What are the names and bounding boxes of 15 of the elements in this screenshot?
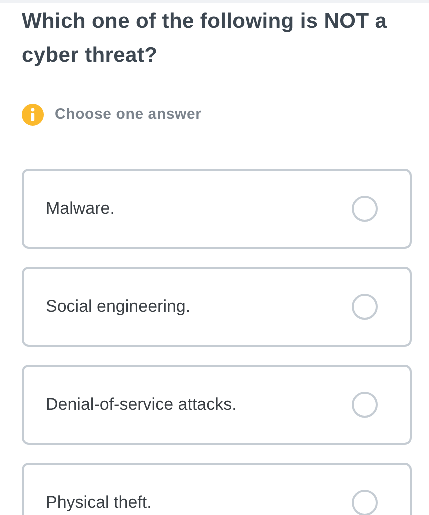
radio-button[interactable] bbox=[352, 196, 378, 222]
radio-button[interactable] bbox=[352, 392, 378, 418]
radio-button[interactable] bbox=[352, 490, 378, 515]
answer-option[interactable]: Social engineering. bbox=[22, 266, 412, 346]
answer-option[interactable]: Physical theft. bbox=[22, 462, 412, 515]
option-label: Social engineering. bbox=[46, 296, 191, 318]
answer-option[interactable]: Malware. bbox=[22, 168, 412, 248]
info-icon bbox=[22, 104, 44, 126]
option-label: Denial-of-service attacks. bbox=[46, 394, 237, 416]
hint-text: Choose one answer bbox=[55, 105, 202, 125]
radio-button[interactable] bbox=[352, 294, 378, 320]
option-label: Malware. bbox=[46, 198, 115, 220]
question-text: Which one of the following is NOT a cyber threat? bbox=[22, 9, 388, 69]
answer-option[interactable]: Denial-of-service attacks. bbox=[22, 364, 412, 444]
option-label: Physical theft. bbox=[46, 492, 152, 514]
